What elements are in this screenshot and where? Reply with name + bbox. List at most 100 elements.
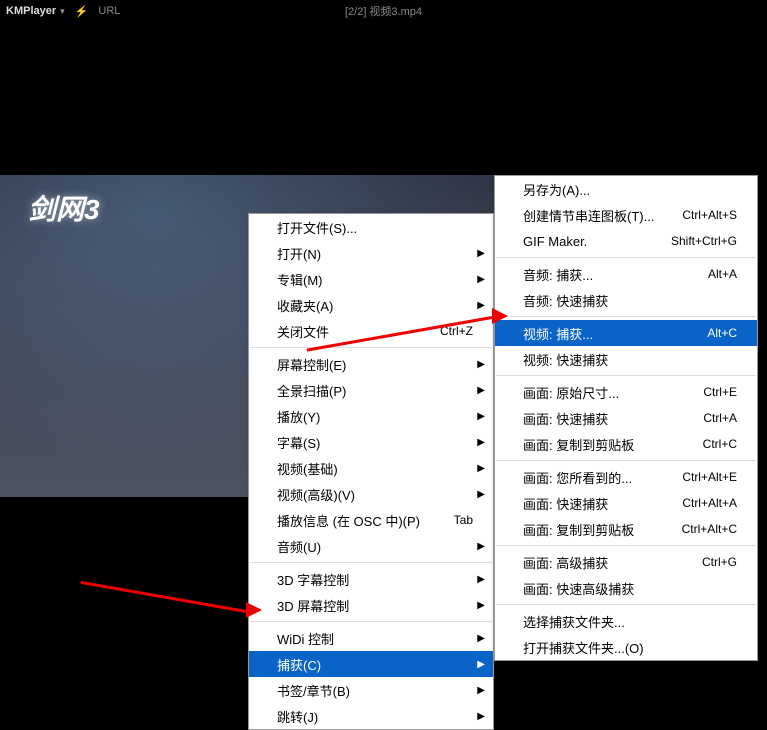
menu-item-label: 字幕(S) [277,433,320,452]
menu-separator [250,562,492,563]
chevron-down-icon[interactable]: ▾ [60,6,65,17]
menu-item[interactable]: GIF Maker. Shift+Ctrl+G [495,228,757,254]
submenu-arrow-icon: ▶ [477,685,485,696]
menu-item[interactable]: 字幕(S) ▶ [249,429,493,455]
menu-item[interactable]: 音频(U) ▶ [249,533,493,559]
submenu-arrow-icon: ▶ [477,600,485,611]
menu-item[interactable]: 视频(基础)▶ [249,455,493,481]
submenu-arrow-icon: ▶ [477,541,485,552]
menu-item[interactable]: 画面: 高级捕获Ctrl+G [495,549,757,575]
menu-item-label: 画面: 您所看到的... [523,468,632,487]
menu-item[interactable]: 视频: 快速捕获 [495,346,757,372]
menu-item-label: 视频(高级)(V) [277,485,355,504]
menu-item-label: 打开(N) [277,244,321,263]
menu-item[interactable]: 创建情节串连图板(T)...Ctrl+Alt+S [495,202,757,228]
menu-shortcut: Ctrl+Alt+C [682,522,737,536]
context-menu-main[interactable]: 打开文件(S)...打开(N)▶专辑(M)▶收藏夹(A)▶关闭文件Ctrl+Z屏… [248,213,494,730]
menu-item[interactable]: 画面: 原始尺寸... Ctrl+E [495,379,757,405]
context-submenu-capture[interactable]: 另存为(A)...创建情节串连图板(T)...Ctrl+Alt+SGIF Mak… [494,175,758,661]
menu-item[interactable]: 收藏夹(A)▶ [249,292,493,318]
menu-item-label: 打开文件(S)... [277,218,357,237]
menu-item[interactable]: 跳转(J) ▶ [249,703,493,729]
menu-item[interactable]: 画面: 快速捕获 Ctrl+A [495,405,757,431]
menu-item-label: 创建情节串连图板(T)... [523,206,654,225]
video-logo: 剑网3 [28,188,100,228]
menu-item[interactable]: 视频(高级)(V) ▶ [249,481,493,507]
menu-item[interactable]: 音频: 捕获... Alt+A [495,261,757,287]
menu-shortcut: Ctrl+A [703,411,737,425]
menu-item[interactable]: 书签/章节(B)▶ [249,677,493,703]
menu-item[interactable]: 画面: 快速捕获 Ctrl+Alt+A [495,490,757,516]
menu-item[interactable]: 视频: 捕获... Alt+C [495,320,757,346]
submenu-arrow-icon: ▶ [477,711,485,722]
submenu-arrow-icon: ▶ [477,437,485,448]
menu-shortcut: Ctrl+C [703,437,737,451]
menu-item[interactable]: 3D 屏幕控制 ▶ [249,592,493,618]
menu-item[interactable]: 打开(N) ▶ [249,240,493,266]
bolt-icon[interactable]: ⚡ [75,5,89,18]
now-playing-label: [2/2] 视频3.mp4 [345,3,422,19]
menu-item-label: 跳转(J) [277,707,318,726]
submenu-arrow-icon: ▶ [477,633,485,644]
menu-item[interactable]: 打开文件(S)... [249,214,493,240]
submenu-arrow-icon: ▶ [477,274,485,285]
menu-item[interactable]: 音频: 快速捕获 [495,287,757,313]
menu-item[interactable]: 屏幕控制(E)▶ [249,351,493,377]
menu-item-label: WiDi 控制 [277,629,334,648]
menu-item[interactable]: 关闭文件 Ctrl+Z [249,318,493,344]
menu-item-label: 视频: 快速捕获 [523,350,608,369]
menu-item-label: GIF Maker. [523,234,587,249]
menu-item-label: 专辑(M) [277,270,323,289]
menu-item[interactable]: 画面: 您所看到的... Ctrl+Alt+E [495,464,757,490]
submenu-arrow-icon: ▶ [477,463,485,474]
menu-item[interactable]: 3D 字幕控制 ▶ [249,566,493,592]
menu-item-label: 画面: 快速捕获 [523,409,608,428]
submenu-arrow-icon: ▶ [477,300,485,311]
menu-item-label: 3D 字幕控制 [277,570,349,589]
menu-item[interactable]: 画面: 快速高级捕获 [495,575,757,601]
app-name[interactable]: KMPlayer [6,5,56,17]
submenu-arrow-icon: ▶ [477,574,485,585]
letterbox-top [0,22,767,175]
menu-item-label: 关闭文件 [277,322,329,341]
menu-shortcut: Shift+Ctrl+G [671,234,737,248]
menu-item[interactable]: 播放信息 (在 OSC 中)(P)Tab [249,507,493,533]
url-button[interactable]: URL [98,5,120,17]
menu-shortcut: Ctrl+Alt+A [682,496,737,510]
menu-item[interactable]: 选择捕获文件夹... [495,608,757,634]
submenu-arrow-icon: ▶ [477,411,485,422]
menu-item[interactable]: 画面: 复制到剪贴板Ctrl+Alt+C [495,516,757,542]
submenu-arrow-icon: ▶ [477,248,485,259]
menu-shortcut: Alt+A [708,267,737,281]
menu-separator [250,347,492,348]
menu-item-label: 音频: 捕获... [523,265,593,284]
menu-item-label: 打开捕获文件夹...(O) [523,638,644,657]
submenu-arrow-icon: ▶ [477,659,485,670]
menu-item[interactable]: WiDi 控制 ▶ [249,625,493,651]
menu-shortcut: Alt+C [707,326,737,340]
menu-item-label: 播放信息 (在 OSC 中)(P) [277,511,420,530]
menu-item[interactable]: 捕获(C)▶ [249,651,493,677]
submenu-arrow-icon: ▶ [477,489,485,500]
menu-item-label: 3D 屏幕控制 [277,596,349,615]
menu-separator [496,604,756,605]
submenu-arrow-icon: ▶ [477,359,485,370]
menu-item-label: 画面: 快速高级捕获 [523,579,634,598]
menu-shortcut: Ctrl+E [703,385,737,399]
menu-item-label: 视频: 捕获... [523,324,593,343]
menu-separator [496,460,756,461]
menu-item[interactable]: 另存为(A)... [495,176,757,202]
menu-separator [496,545,756,546]
menu-item-label: 画面: 快速捕获 [523,494,608,513]
menu-item-label: 选择捕获文件夹... [523,612,625,631]
menu-item[interactable]: 全景扫描(P)▶ [249,377,493,403]
menu-shortcut: Ctrl+Alt+E [682,470,737,484]
menu-item[interactable]: 画面: 复制到剪贴板 Ctrl+C [495,431,757,457]
menu-item-label: 音频(U) [277,537,321,556]
menu-item[interactable]: 播放(Y)▶ [249,403,493,429]
menu-item[interactable]: 专辑(M) ▶ [249,266,493,292]
menu-item-label: 画面: 复制到剪贴板 [523,435,634,454]
menu-item-label: 画面: 原始尺寸... [523,383,619,402]
menu-item[interactable]: 打开捕获文件夹...(O) [495,634,757,660]
menu-shortcut: Ctrl+Z [440,324,473,338]
